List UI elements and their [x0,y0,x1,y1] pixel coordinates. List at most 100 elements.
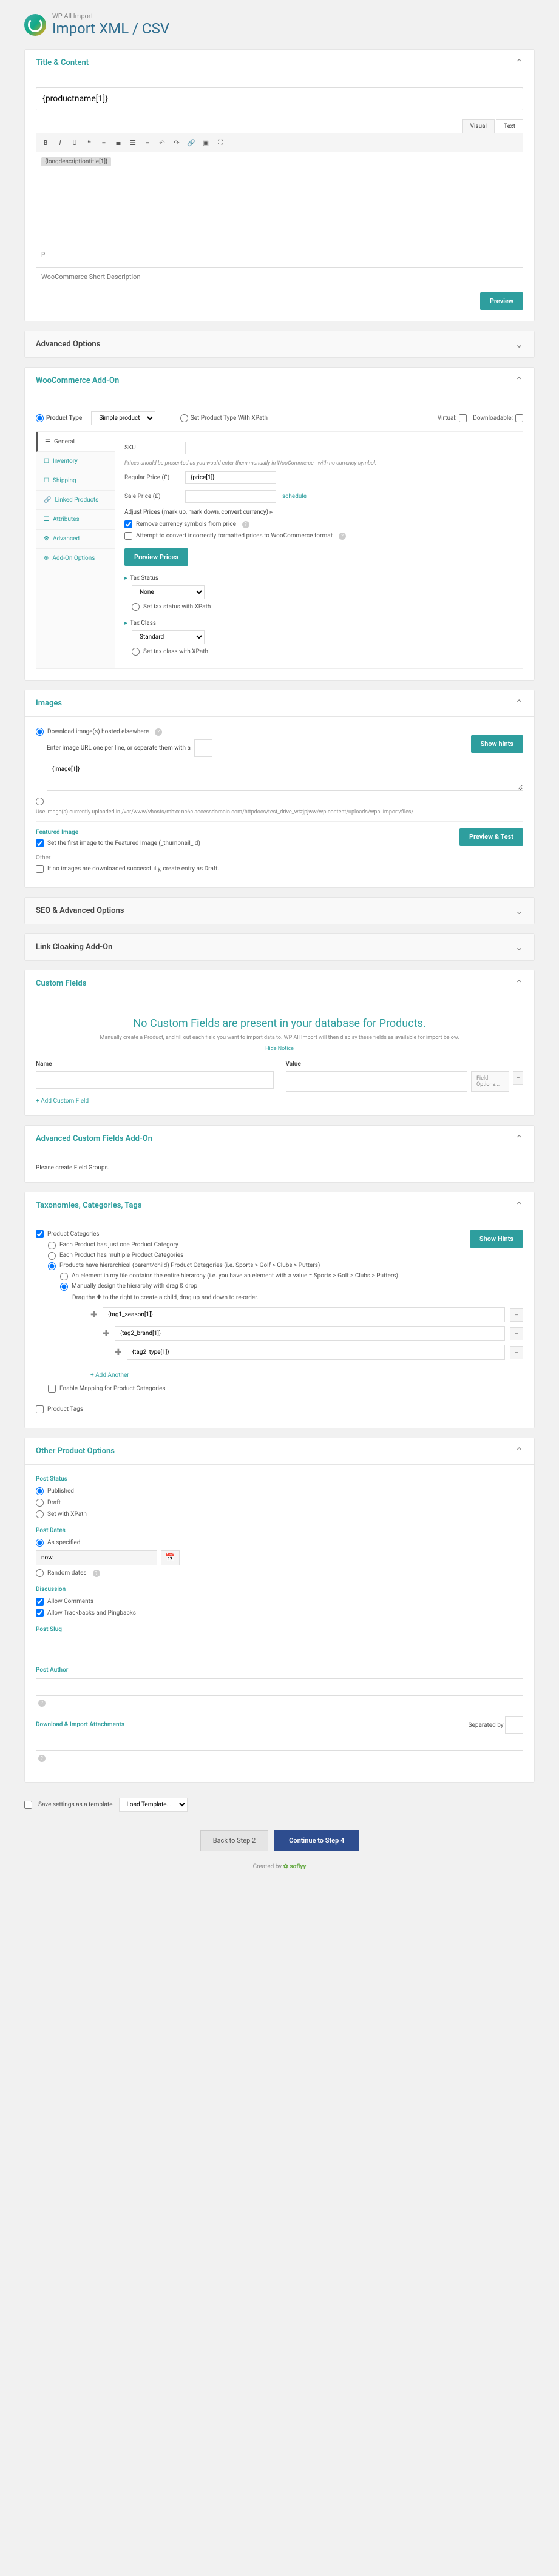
product-type-radio[interactable] [36,414,44,422]
save-template-checkbox[interactable] [24,1801,32,1809]
quote-icon[interactable]: ❝ [83,136,96,149]
tax-sub2-radio[interactable] [60,1283,68,1291]
date-input[interactable] [36,1550,157,1565]
justify-icon[interactable]: ≡ [141,136,154,149]
load-template-select[interactable]: Load Template... [119,1798,188,1812]
product-tags-checkbox[interactable] [36,1405,44,1413]
tab-advanced[interactable]: ⚙ Advanced [36,530,115,549]
tab-general[interactable]: ☰ General [36,432,115,452]
post-author-input[interactable] [36,1678,523,1696]
tax-opt1-radio[interactable] [48,1242,56,1249]
tax-item-input[interactable] [115,1326,505,1341]
allow-trackbacks-checkbox[interactable] [36,1609,44,1617]
tax-class-select[interactable]: Standard [132,630,205,644]
show-hints-button[interactable]: Show hints [471,735,523,753]
calendar-button[interactable]: 📅 [161,1550,180,1565]
use-uploaded-radio[interactable] [36,798,44,805]
hide-notice-link[interactable]: Hide Notice [36,1046,523,1052]
convert-prices-checkbox[interactable] [124,532,132,540]
tax-item-input[interactable] [127,1345,505,1360]
enable-mapping-checkbox[interactable] [48,1385,56,1393]
show-hints-button[interactable]: Show Hints [470,1230,523,1248]
remove-button[interactable]: − [510,1327,523,1340]
image-icon[interactable]: ▣ [199,136,212,149]
back-button[interactable]: Back to Step 2 [200,1830,268,1851]
product-type-select[interactable]: Simple product [91,411,155,425]
regular-price-input[interactable] [185,471,276,484]
preview-test-button[interactable]: Preview & Test [459,828,523,846]
dates-specified-radio[interactable] [36,1539,44,1547]
tax-status-xpath-radio[interactable] [132,603,140,611]
attachments-input[interactable] [36,1734,523,1751]
italic-icon[interactable]: I [53,136,67,149]
woocommerce-header[interactable]: WooCommerce Add-On ⌃ [25,368,534,394]
undo-icon[interactable]: ↶ [155,136,169,149]
taxonomies-header[interactable]: Taxonomies, Categories, Tags ⌃ [25,1192,534,1219]
virtual-checkbox[interactable] [459,414,467,422]
dates-random-radio[interactable] [36,1569,44,1577]
sale-price-input[interactable] [185,490,276,503]
underline-icon[interactable]: U [68,136,81,149]
allow-comments-checkbox[interactable] [36,1598,44,1606]
remove-field-button[interactable]: − [513,1071,523,1085]
draft-if-no-images-checkbox[interactable] [36,865,44,873]
set-featured-checkbox[interactable] [36,839,44,847]
status-draft-radio[interactable] [36,1499,44,1507]
status-xpath-radio[interactable] [36,1510,44,1518]
text-tab[interactable]: Text [496,119,523,133]
downloadable-checkbox[interactable] [515,414,523,422]
product-type-xpath-radio[interactable] [180,414,188,422]
post-slug-input[interactable] [36,1638,523,1655]
expand-icon[interactable]: ▸ [270,509,273,516]
content-editor[interactable]: {longdescriptiontitle[1]} P [36,152,523,261]
align-left-icon[interactable]: ≡ [97,136,110,149]
seo-header[interactable]: SEO & Advanced Options⌄ [25,898,534,924]
link-icon[interactable]: 🔗 [185,136,198,149]
image-separator-input[interactable] [194,739,212,757]
redo-icon[interactable]: ↷ [170,136,183,149]
add-another-link[interactable]: + Add Another [90,1372,129,1379]
tab-addon-options[interactable]: ⊕ Add-On Options [36,549,115,568]
help-icon[interactable]: ? [38,1700,46,1707]
advanced-options-header[interactable]: Advanced Options ⌄ [25,331,534,357]
tab-shipping[interactable]: ☐ Shipping [36,471,115,491]
bold-icon[interactable]: B [39,136,52,149]
fullscreen-icon[interactable]: ⛶ [214,136,227,149]
other-options-header[interactable]: Other Product Options ⌃ [25,1438,534,1465]
tab-linked-products[interactable]: 🔗 Linked Products [36,491,115,510]
remove-currency-checkbox[interactable] [124,520,132,528]
sku-input[interactable] [185,442,276,454]
product-categories-checkbox[interactable] [36,1230,44,1238]
visual-tab[interactable]: Visual [462,119,495,133]
add-custom-field-link[interactable]: + Add Custom Field [36,1098,89,1105]
drag-handle-icon[interactable]: ✚ [103,1329,110,1339]
drag-handle-icon[interactable]: ✚ [115,1348,122,1357]
download-elsewhere-radio[interactable] [36,728,44,736]
attachment-separator-input[interactable] [505,1716,523,1734]
drag-handle-icon[interactable]: ✚ [90,1310,98,1320]
cf-value-input[interactable] [286,1071,467,1092]
preview-button[interactable]: Preview [480,292,523,310]
schedule-link[interactable]: schedule [282,493,307,500]
images-header[interactable]: Images ⌃ [25,690,534,717]
remove-button[interactable]: − [510,1308,523,1322]
help-icon[interactable]: ? [242,521,249,528]
help-icon[interactable]: ? [93,1570,100,1577]
tax-item-input[interactable] [103,1307,505,1322]
help-icon[interactable]: ? [38,1755,46,1762]
preview-prices-button[interactable]: Preview Prices [124,548,188,566]
custom-fields-header[interactable]: Custom Fields ⌃ [25,970,534,997]
tab-inventory[interactable]: ☐ Inventory [36,452,115,471]
title-content-header[interactable]: Title & Content ⌃ [25,50,534,76]
tax-class-xpath-radio[interactable] [132,648,140,656]
tax-sub1-radio[interactable] [60,1273,68,1280]
images-textarea[interactable]: {image[1]} [47,761,523,791]
status-published-radio[interactable] [36,1487,44,1495]
align-right-icon[interactable]: ☰ [126,136,140,149]
tax-status-select[interactable]: None [132,585,205,599]
tab-attributes[interactable]: ☰ Attributes [36,510,115,530]
cf-name-input[interactable] [36,1071,274,1089]
remove-button[interactable]: − [510,1346,523,1359]
field-options-button[interactable]: Field Options... [471,1071,509,1092]
short-description-input[interactable] [36,267,523,286]
